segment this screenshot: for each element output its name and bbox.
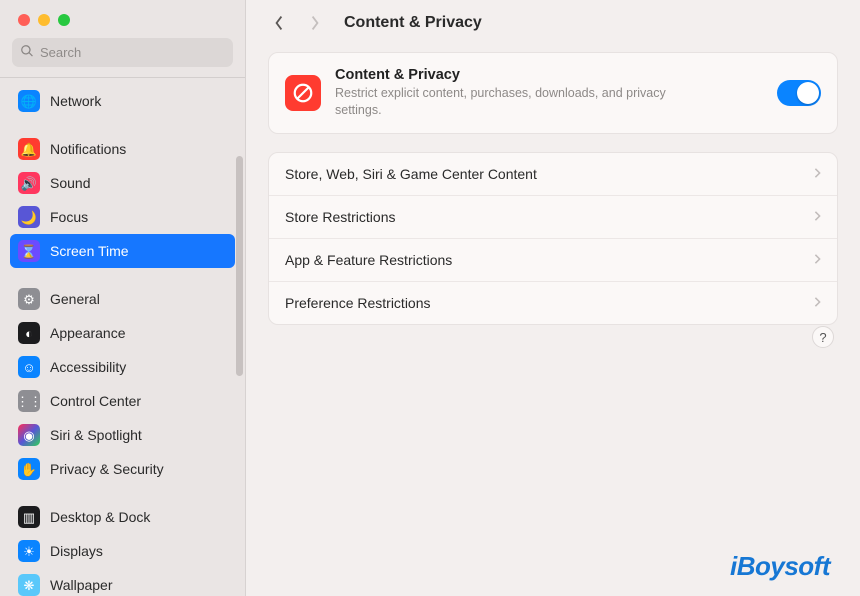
search-input[interactable] xyxy=(40,45,225,60)
row-store-restrictions[interactable]: Store Restrictions xyxy=(269,195,837,238)
window-controls xyxy=(0,0,245,36)
chevron-right-icon xyxy=(814,166,821,182)
toggle-knob xyxy=(797,82,819,104)
watermark: iBoysoft xyxy=(730,551,830,582)
nav-forward-button[interactable] xyxy=(304,12,326,34)
row-store-web-siri-gamecenter[interactable]: Store, Web, Siri & Game Center Content xyxy=(269,153,837,195)
help-button[interactable]: ? xyxy=(812,326,834,348)
sidebar-item-label: Accessibility xyxy=(50,359,126,375)
hourglass-icon: ⌛ xyxy=(18,240,40,262)
moon-icon: 🌙 xyxy=(18,206,40,228)
chevron-right-icon xyxy=(814,209,821,225)
sidebar-item-sound[interactable]: 🔊 Sound xyxy=(10,166,235,200)
globe-icon: 🌐 xyxy=(18,90,40,112)
sidebar-item-label: Notifications xyxy=(50,141,126,157)
sidebar-item-screen-time[interactable]: ⌛ Screen Time xyxy=(10,234,235,268)
page-title: Content & Privacy xyxy=(344,14,482,32)
fullscreen-window-button[interactable] xyxy=(58,14,70,26)
titlebar: Content & Privacy xyxy=(246,0,860,46)
restrictions-list: Store, Web, Siri & Game Center Content S… xyxy=(268,152,838,325)
hand-icon: ✋ xyxy=(18,458,40,480)
sidebar-item-label: Wallpaper xyxy=(50,577,113,593)
sidebar-scrollbar[interactable] xyxy=(236,156,243,376)
flower-icon: ❋ xyxy=(18,574,40,596)
no-entry-icon xyxy=(285,75,321,111)
main-pane: Content & Privacy Content & Privacy Rest… xyxy=(246,0,860,596)
content-privacy-toggle[interactable] xyxy=(777,80,821,106)
sidebar-list: 🌐 Network 🔔 Notifications 🔊 Sound 🌙 Focu… xyxy=(0,82,245,596)
sidebar-item-notifications[interactable]: 🔔 Notifications xyxy=(10,132,235,166)
sidebar-item-label: Desktop & Dock xyxy=(50,509,150,525)
row-label: App & Feature Restrictions xyxy=(285,252,452,268)
nav-back-button[interactable] xyxy=(268,12,290,34)
sliders-icon: ⋮⋮ xyxy=(18,390,40,412)
brightness-icon: ☀ xyxy=(18,540,40,562)
sidebar-item-label: Control Center xyxy=(50,393,141,409)
row-app-feature-restrictions[interactable]: App & Feature Restrictions xyxy=(269,238,837,281)
sidebar-item-label: Displays xyxy=(50,543,103,559)
row-label: Store Restrictions xyxy=(285,209,395,225)
sidebar-item-control-center[interactable]: ⋮⋮ Control Center xyxy=(10,384,235,418)
search-icon xyxy=(20,44,40,61)
content-privacy-hero: Content & Privacy Restrict explicit cont… xyxy=(268,52,838,134)
sidebar: 🌐 Network 🔔 Notifications 🔊 Sound 🌙 Focu… xyxy=(0,0,246,596)
bell-icon: 🔔 xyxy=(18,138,40,160)
content-area: Content & Privacy Restrict explicit cont… xyxy=(246,46,860,345)
sidebar-item-label: Network xyxy=(50,93,101,109)
appearance-icon: ◐ xyxy=(18,322,40,344)
sidebar-item-general[interactable]: ⚙ General xyxy=(10,282,235,316)
close-window-button[interactable] xyxy=(18,14,30,26)
sidebar-item-label: Screen Time xyxy=(50,243,129,259)
sidebar-divider xyxy=(0,77,245,78)
hero-subtitle: Restrict explicit content, purchases, do… xyxy=(335,85,715,119)
sidebar-item-label: Appearance xyxy=(50,325,126,341)
sidebar-item-accessibility[interactable]: ☺ Accessibility xyxy=(10,350,235,384)
watermark-text: Boysoft xyxy=(737,551,830,581)
sidebar-item-appearance[interactable]: ◐ Appearance xyxy=(10,316,235,350)
sidebar-item-displays[interactable]: ☀ Displays xyxy=(10,534,235,568)
hero-title: Content & Privacy xyxy=(335,67,763,83)
chevron-right-icon xyxy=(814,252,821,268)
sidebar-item-privacy-security[interactable]: ✋ Privacy & Security xyxy=(10,452,235,486)
row-preference-restrictions[interactable]: Preference Restrictions xyxy=(269,281,837,324)
minimize-window-button[interactable] xyxy=(38,14,50,26)
sidebar-item-label: Focus xyxy=(50,209,88,225)
row-label: Store, Web, Siri & Game Center Content xyxy=(285,166,537,182)
sidebar-item-desktop-dock[interactable]: ▥ Desktop & Dock xyxy=(10,500,235,534)
sidebar-item-network[interactable]: 🌐 Network xyxy=(10,84,235,118)
sidebar-item-siri-spotlight[interactable]: ◉ Siri & Spotlight xyxy=(10,418,235,452)
sidebar-item-label: General xyxy=(50,291,100,307)
gear-icon: ⚙ xyxy=(18,288,40,310)
search-field[interactable] xyxy=(12,38,233,67)
accessibility-icon: ☺ xyxy=(18,356,40,378)
chevron-right-icon xyxy=(814,295,821,311)
sidebar-item-label: Siri & Spotlight xyxy=(50,427,142,443)
dock-icon: ▥ xyxy=(18,506,40,528)
sidebar-item-label: Privacy & Security xyxy=(50,461,164,477)
speaker-icon: 🔊 xyxy=(18,172,40,194)
row-label: Preference Restrictions xyxy=(285,295,431,311)
sidebar-item-label: Sound xyxy=(50,175,90,191)
siri-icon: ◉ xyxy=(18,424,40,446)
sidebar-item-wallpaper[interactable]: ❋ Wallpaper xyxy=(10,568,235,596)
sidebar-item-focus[interactable]: 🌙 Focus xyxy=(10,200,235,234)
